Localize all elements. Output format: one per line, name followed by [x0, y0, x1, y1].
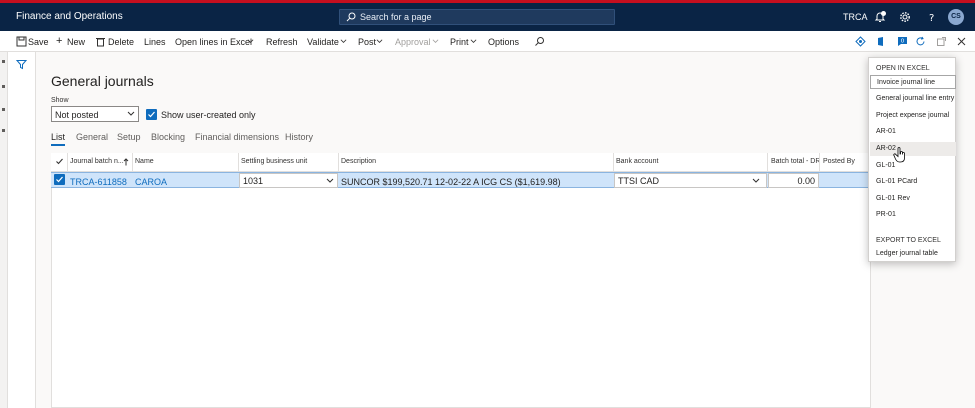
page-title: General journals — [51, 73, 154, 89]
journals-grid — [51, 153, 871, 408]
active-tab-indicator — [51, 144, 65, 146]
bank-account-input[interactable]: TTSI CAD — [614, 173, 767, 188]
svg-text:0: 0 — [901, 39, 905, 45]
post-button[interactable]: Post — [358, 37, 376, 47]
tab-financial-dimensions[interactable]: Financial dimensions — [195, 132, 279, 142]
svg-text:?: ? — [929, 13, 934, 23]
column-header-bank-account[interactable]: Bank account — [616, 158, 658, 165]
open-new-window-icon[interactable] — [936, 36, 947, 47]
show-select-value: Not posted — [55, 110, 99, 120]
cell-description[interactable]: SUNCOR $199,520.71 12-02-22 A ICG CS ($1… — [341, 177, 561, 187]
sort-arrow-up-icon — [123, 158, 129, 166]
validate-button[interactable]: Validate — [307, 37, 339, 47]
notification-badge — [881, 11, 886, 16]
chevron-down-icon — [376, 39, 383, 43]
gear-icon[interactable] — [899, 11, 911, 23]
menu-item-gl-01-rev[interactable]: GL-01 Rev — [870, 192, 956, 206]
office-icon[interactable] — [875, 36, 886, 47]
menu-item-ar-01[interactable]: AR-01 — [870, 125, 956, 139]
menu-item-ar-02[interactable]: AR-02 — [870, 142, 956, 156]
chevron-down-icon — [247, 39, 254, 43]
chevron-down-icon — [127, 111, 135, 116]
nav-pane-marker — [2, 129, 5, 132]
batch-total-dr-field[interactable]: 0.00 — [768, 173, 819, 188]
filter-icon[interactable] — [16, 59, 27, 70]
chevron-down-icon — [432, 39, 439, 43]
bank-account-value: TTSI CAD — [618, 176, 660, 186]
save-icon — [16, 36, 27, 47]
open-lines-excel-button[interactable]: Open lines in Excel — [175, 37, 252, 47]
row-checkbox[interactable] — [54, 174, 65, 185]
search-placeholder: Search for a page — [360, 12, 432, 22]
column-header-journal-batch[interactable]: Journal batch n... — [70, 158, 124, 165]
approval-button[interactable]: Approval — [395, 37, 431, 47]
checkmark-icon — [56, 176, 63, 183]
open-in-excel-header: OPEN IN EXCEL — [876, 65, 930, 72]
nav-pane-strip[interactable] — [0, 52, 8, 408]
settling-business-unit-input[interactable]: 1031 — [239, 173, 338, 188]
search-icon[interactable] — [534, 36, 545, 47]
options-button[interactable]: Options — [488, 37, 519, 47]
close-icon[interactable] — [956, 36, 967, 47]
delete-button[interactable]: Delete — [108, 37, 134, 47]
action-pane: Save + New Delete Lines Open lines in Ex… — [0, 31, 975, 52]
menu-item-pr-01[interactable]: PR-01 — [870, 208, 956, 222]
new-button[interactable]: New — [67, 37, 85, 47]
show-label: Show — [51, 97, 69, 104]
menu-item-gl-01-pcard[interactable]: GL-01 PCard — [870, 175, 956, 189]
menu-item-general-journal-line-entry[interactable]: General journal line entry — [870, 92, 956, 106]
chevron-down-icon — [470, 39, 477, 43]
lines-button[interactable]: Lines — [144, 37, 166, 47]
tab-general[interactable]: General — [76, 132, 108, 142]
app-title[interactable]: Finance and Operations — [16, 11, 123, 22]
menu-item-project-expense-journal[interactable]: Project expense journal — [870, 109, 956, 123]
column-header-posted-by[interactable]: Posted By — [823, 158, 855, 165]
refresh-button[interactable]: Refresh — [266, 37, 298, 47]
power-apps-icon[interactable] — [855, 36, 866, 47]
show-select[interactable]: Not posted — [51, 106, 139, 122]
chevron-down-icon — [752, 178, 760, 183]
column-header-batch-total-dr[interactable]: Batch total - DR — [771, 158, 820, 165]
menu-item-invoice-journal-line[interactable]: Invoice journal line — [870, 75, 956, 89]
chevron-down-icon — [340, 39, 347, 43]
show-user-created-checkbox[interactable] — [146, 109, 157, 120]
search-icon — [346, 12, 356, 22]
menu-item-gl-01[interactable]: GL-01 — [870, 159, 956, 173]
avatar[interactable]: CS — [948, 9, 964, 25]
help-icon[interactable]: ? — [926, 11, 938, 23]
save-button[interactable]: Save — [28, 37, 49, 47]
nav-pane-marker — [2, 108, 5, 111]
settling-business-unit-value: 1031 — [243, 176, 264, 186]
cell-journal-batch[interactable]: TRCA-611858 — [70, 177, 127, 187]
tab-blocking[interactable]: Blocking — [151, 132, 185, 142]
show-user-created-label: Show user-created only — [161, 110, 256, 120]
select-all-checkmark-icon[interactable] — [55, 157, 64, 166]
plus-icon: + — [56, 35, 63, 47]
column-header-description[interactable]: Description — [341, 158, 376, 165]
refresh-icon[interactable] — [915, 36, 926, 47]
menu-item-ledger-journal-table[interactable]: Ledger journal table — [870, 247, 956, 261]
checkmark-icon — [148, 111, 155, 118]
tab-setup[interactable]: Setup — [117, 132, 141, 142]
export-to-excel-header: EXPORT TO EXCEL — [876, 237, 941, 244]
chevron-down-icon — [326, 178, 334, 183]
attachments-badge-icon[interactable]: 0 — [897, 36, 908, 47]
nav-pane-marker — [2, 85, 5, 88]
print-button[interactable]: Print — [450, 37, 469, 47]
grid-header — [51, 153, 871, 172]
search-box[interactable]: Search for a page — [339, 9, 615, 25]
hand-cursor-icon — [893, 147, 905, 163]
app-header: Finance and Operations Search for a page… — [0, 3, 975, 31]
tab-list[interactable]: List — [51, 132, 65, 142]
column-header-name[interactable]: Name — [135, 158, 154, 165]
cell-name[interactable]: CAROA — [135, 177, 167, 187]
office-menu-dropdown: OPEN IN EXCEL Invoice journal line Gener… — [868, 57, 956, 262]
trash-icon — [96, 38, 105, 47]
batch-total-dr-value: 0.00 — [797, 176, 815, 186]
nav-pane-marker — [2, 60, 5, 63]
company-picker[interactable]: TRCA — [843, 12, 868, 22]
column-header-settling-business-unit[interactable]: Settling business unit — [241, 158, 307, 165]
tab-history[interactable]: History — [285, 132, 313, 142]
